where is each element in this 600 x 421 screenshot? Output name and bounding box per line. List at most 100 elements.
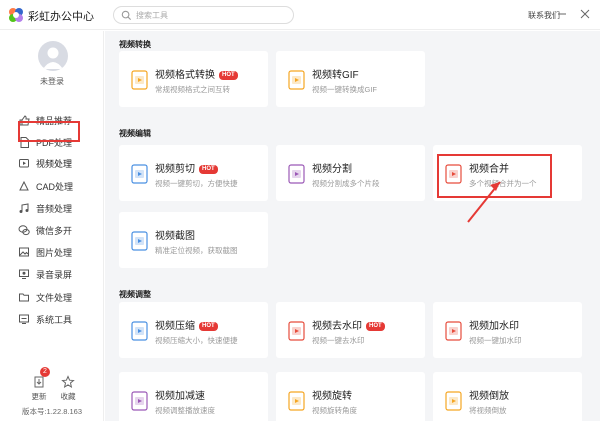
minimize-button[interactable] — [555, 7, 569, 21]
tool-card[interactable]: 视频格式转换 HOT 常规视频格式之间互转 — [119, 51, 268, 107]
close-button[interactable] — [578, 7, 592, 21]
sidebar-item-label: 录音录屏 — [36, 269, 73, 280]
sidebar-item-label: 音频处理 — [36, 203, 73, 214]
video-icon — [18, 157, 30, 169]
update-label: 更新 — [31, 392, 47, 401]
search-box[interactable]: 搜索工具 — [113, 6, 294, 24]
tool-icon — [445, 391, 462, 411]
tool-card[interactable]: 视频去水印 HOT 视频一键去水印 — [276, 302, 425, 358]
sidebar-item[interactable]: 文件处理 — [18, 287, 102, 307]
sidebar-item-label: CAD处理 — [36, 181, 74, 192]
tool-name: 视频旋转 — [312, 391, 352, 402]
hot-badge: HOT — [219, 71, 238, 80]
tool-name: 视频分割 — [312, 164, 352, 175]
tool-card[interactable]: 视频截图精准定位视频，获取截图 — [119, 212, 268, 268]
tool-description: 视频旋转角度 — [312, 406, 357, 415]
active-nav-highlight — [18, 121, 80, 142]
tool-icon — [131, 231, 148, 251]
sidebar-item[interactable]: 音频处理 — [18, 198, 102, 218]
sidebar-item-label: 视频处理 — [36, 158, 73, 169]
tool-description: 常规视频格式之间互转 — [155, 85, 230, 94]
sidebar-item[interactable]: 视频处理 — [18, 153, 102, 173]
section-title: 视频转换 — [119, 40, 151, 49]
tool-card[interactable]: 视频转GIF 视频一键转换成GIF — [276, 51, 425, 107]
folder-icon — [18, 291, 30, 303]
version-text: 版本号:1.22.8.163 — [21, 407, 83, 416]
wechat-icon — [18, 224, 30, 236]
tool-icon — [288, 391, 305, 411]
tool-card[interactable]: 视频加减速视频调整播放速度 — [119, 372, 268, 421]
tool-icon — [288, 321, 305, 341]
user-icon — [43, 47, 63, 69]
tool-name: 视频去水印 HOT — [312, 317, 385, 332]
system-tools-icon — [18, 313, 30, 325]
tool-description: 视频调整播放速度 — [155, 406, 215, 415]
tool-description: 精准定位视频，获取截图 — [155, 246, 238, 255]
tool-description: 视频一键加水印 — [469, 336, 522, 345]
minimize-icon — [558, 13, 566, 15]
tool-name: 视频剪切 HOT — [155, 160, 218, 175]
tool-icon — [131, 70, 148, 90]
update-button[interactable]: 更新 — [27, 375, 51, 402]
tool-name: 视频加减速 — [155, 391, 205, 402]
tool-icon — [131, 391, 148, 411]
sidebar-item-label: 文件处理 — [36, 292, 73, 303]
tool-description: 视频分割成多个片段 — [312, 179, 380, 188]
sidebar-item-label: 系统工具 — [36, 314, 73, 325]
hot-badge: HOT — [366, 322, 385, 331]
app-logo-icon — [9, 8, 23, 22]
tool-card[interactable]: 视频剪切 HOT 视频一键剪切，方便快捷 — [119, 145, 268, 201]
app-title: 彩虹办公中心 — [28, 11, 94, 23]
sidebar-item[interactable]: 系统工具 — [18, 309, 102, 329]
sidebar-item-label: 图片处理 — [36, 247, 73, 258]
tool-card[interactable]: 视频旋转视频旋转角度 — [276, 372, 425, 421]
avatar[interactable] — [38, 41, 68, 71]
sidebar-item[interactable]: 录音录屏 — [18, 264, 102, 284]
title-bar: 彩虹办公中心 搜索工具 联系我们 — [0, 0, 600, 30]
image-icon — [18, 246, 30, 258]
sidebar: 未登录 精品推荐 PDF处理 视频处理 CAD处理 音频处理 微信多开 图片处理 录音录屏 文件… — [0, 31, 104, 421]
sidebar-item[interactable]: CAD处理 — [18, 176, 102, 196]
tool-card[interactable]: 视频分割视频分割成多个片段 — [276, 145, 425, 201]
screen-record-icon — [18, 268, 30, 280]
search-icon — [121, 10, 132, 21]
section-title: 视频编辑 — [119, 129, 151, 138]
tool-icon — [131, 164, 148, 184]
favorite-button[interactable]: 收藏 — [56, 375, 80, 402]
close-icon — [580, 9, 590, 19]
tool-name: 视频转GIF — [312, 70, 359, 81]
star-icon — [61, 375, 75, 389]
tool-name: 视频格式转换 HOT — [155, 66, 238, 81]
favorite-label: 收藏 — [60, 392, 76, 401]
hot-badge: HOT — [199, 322, 218, 331]
tool-icon — [445, 321, 462, 341]
tool-card[interactable]: 视频倒放 将视频倒放 — [433, 372, 582, 421]
update-count-badge: 2 — [40, 367, 50, 377]
tool-icon — [288, 164, 305, 184]
sidebar-item-label: 微信多开 — [36, 225, 73, 236]
tool-description: 视频压缩大小，快速便捷 — [155, 336, 238, 345]
hot-badge: HOT — [199, 165, 218, 174]
tool-icon — [131, 321, 148, 341]
main-content: 视频转换 视频格式转换 HOT 常规视频格式之间互转 视频转GIF 视频一键转换成GIF 视… — [105, 31, 600, 421]
section-title: 视频调整 — [119, 290, 151, 299]
music-icon — [18, 202, 30, 214]
tool-description: 视频一键剪切，方便快捷 — [155, 179, 238, 188]
tool-description: 视频一键转换成GIF — [312, 85, 377, 94]
tool-card[interactable]: 视频加水印视频一键加水印 — [433, 302, 582, 358]
cad-icon — [18, 180, 30, 192]
tool-name: 视频倒放 — [469, 391, 509, 402]
search-input[interactable]: 搜索工具 — [136, 10, 168, 21]
tool-description: 将视频倒放 — [469, 406, 507, 415]
tool-name: 视频压缩 HOT — [155, 317, 218, 332]
tool-card[interactable]: 视频压缩 HOT 视频压缩大小，快速便捷 — [119, 302, 268, 358]
tool-description: 视频一键去水印 — [312, 336, 365, 345]
tool-icon — [288, 70, 305, 90]
sidebar-item[interactable]: 图片处理 — [18, 242, 102, 262]
tool-name: 视频截图 — [155, 231, 195, 242]
login-status[interactable]: 未登录 — [0, 76, 104, 87]
tool-name: 视频加水印 — [469, 321, 519, 332]
annotation-arrow-icon — [467, 181, 501, 223]
sidebar-item[interactable]: 微信多开 — [18, 220, 102, 240]
update-icon — [32, 375, 46, 389]
